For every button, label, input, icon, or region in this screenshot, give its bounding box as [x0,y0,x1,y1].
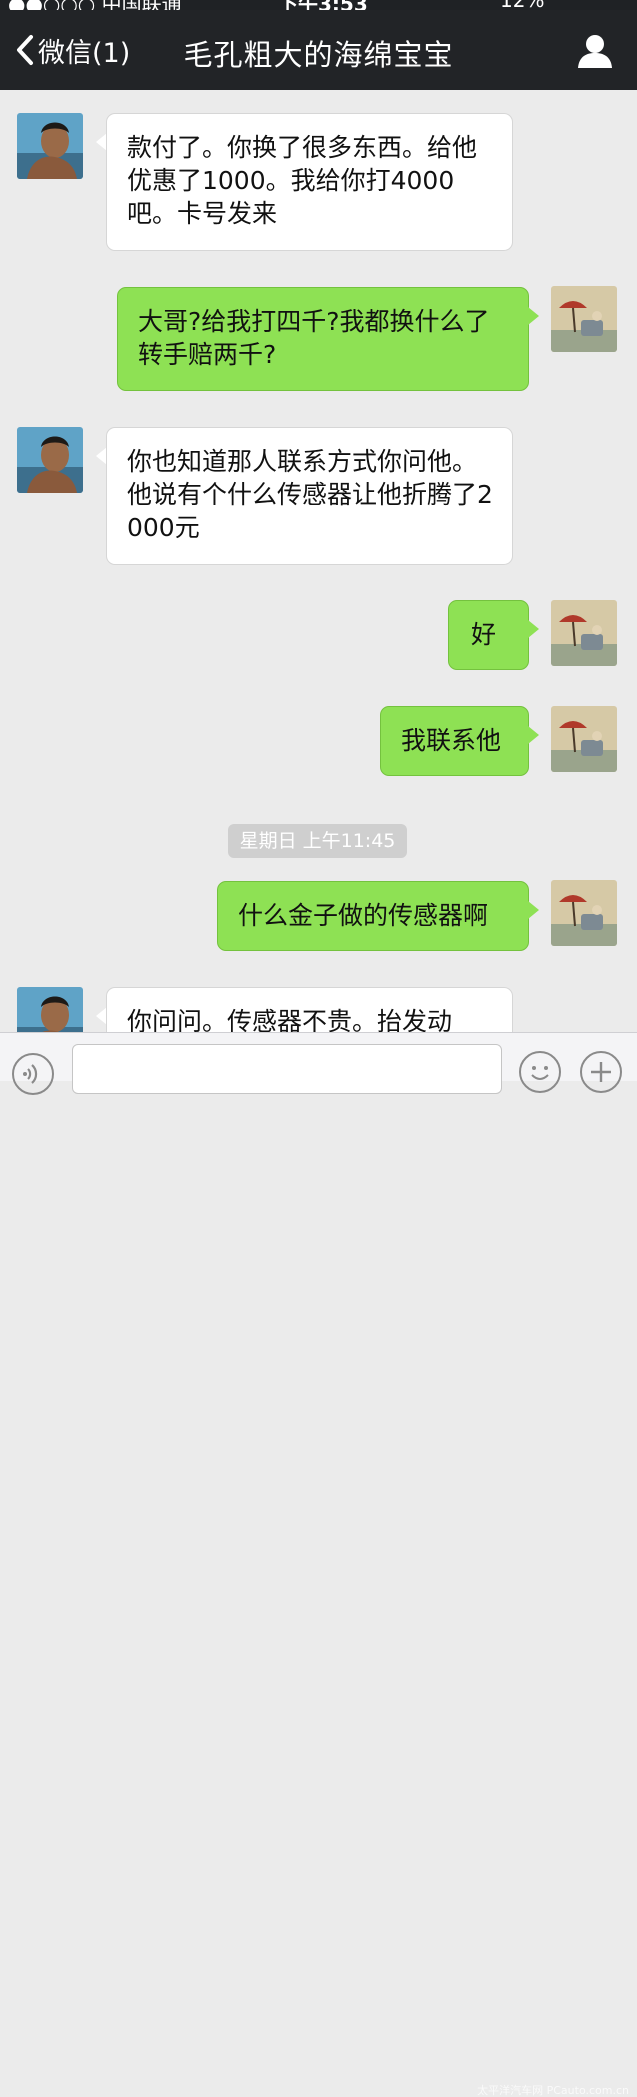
message-text: 你问问。传感器不贵。抬发动 [127,1007,453,1032]
emoji-icon [531,1066,549,1080]
message-text: 什么金子做的传感器啊 [238,901,489,930]
message-bubble[interactable]: 大哥?给我打四千?我都换什么了转手赔两千? [117,287,529,391]
contact-avatar[interactable] [17,987,83,1032]
more-button[interactable] [580,1051,622,1093]
contact-avatar[interactable] [17,113,83,179]
message-text: 大哥?给我打四千?我都换什么了转手赔两千? [138,307,490,369]
emoji-button[interactable] [519,1051,561,1093]
message-text: 你也知道那人联系方式你问他。他说有个什么传感器让他折腾了2000元 [127,447,493,542]
person-icon [578,35,612,68]
voice-icon [23,1064,38,1084]
voice-button[interactable] [12,1053,54,1095]
input-bar: 太平洋汽车网 PCauto.com.cn [0,1032,637,2097]
my-avatar[interactable] [551,880,617,946]
message-bubble[interactable]: 什么金子做的传感器啊 [217,881,529,951]
bubble-tail [528,620,539,638]
message-input[interactable] [72,1044,502,1094]
profile-button[interactable] [577,34,613,68]
contact-avatar[interactable] [17,427,83,493]
timestamp-label: 星期日 上午11:45 [228,824,407,858]
plus-icon [591,1062,611,1082]
message-text: 我联系他 [401,726,502,755]
chat-area[interactable]: 款付了。你换了很多东西。给他优惠了1000。我给你打4000吧。卡号发来 大哥?… [0,90,637,1032]
message-bubble[interactable]: 你问问。传感器不贵。抬发动 [106,987,513,1032]
my-avatar[interactable] [551,706,617,772]
bubble-tail [528,307,539,325]
clock: 下午3:53 [278,0,368,10]
battery-level: 12% [500,0,544,10]
message-text: 好 [471,620,497,649]
message-bubble[interactable]: 好 [448,600,529,670]
nav-bar: 微信(1) 毛孔粗大的海绵宝宝 [0,10,637,90]
bubble-tail [528,901,539,919]
watermark: 太平洋汽车网 PCauto.com.cn [477,2084,629,2097]
my-avatar[interactable] [551,600,617,666]
message-text: 款付了。你换了很多东西。给他优惠了1000。我给你打4000吧。卡号发来 [127,133,478,228]
bubble-tail [528,726,539,744]
chat-title: 毛孔粗大的海绵宝宝 [183,38,454,72]
message-bubble[interactable]: 我联系他 [380,706,529,776]
message-bubble[interactable]: 款付了。你换了很多东西。给他优惠了1000。我给你打4000吧。卡号发来 [106,113,513,251]
status-bar: ●●○○○ 中国联通 下午3:53 12% [0,0,637,10]
message-bubble[interactable]: 你也知道那人联系方式你问他。他说有个什么传感器让他折腾了2000元 [106,427,513,565]
carrier-label: ●●○○○ 中国联通 [8,0,182,10]
my-avatar[interactable] [551,286,617,352]
